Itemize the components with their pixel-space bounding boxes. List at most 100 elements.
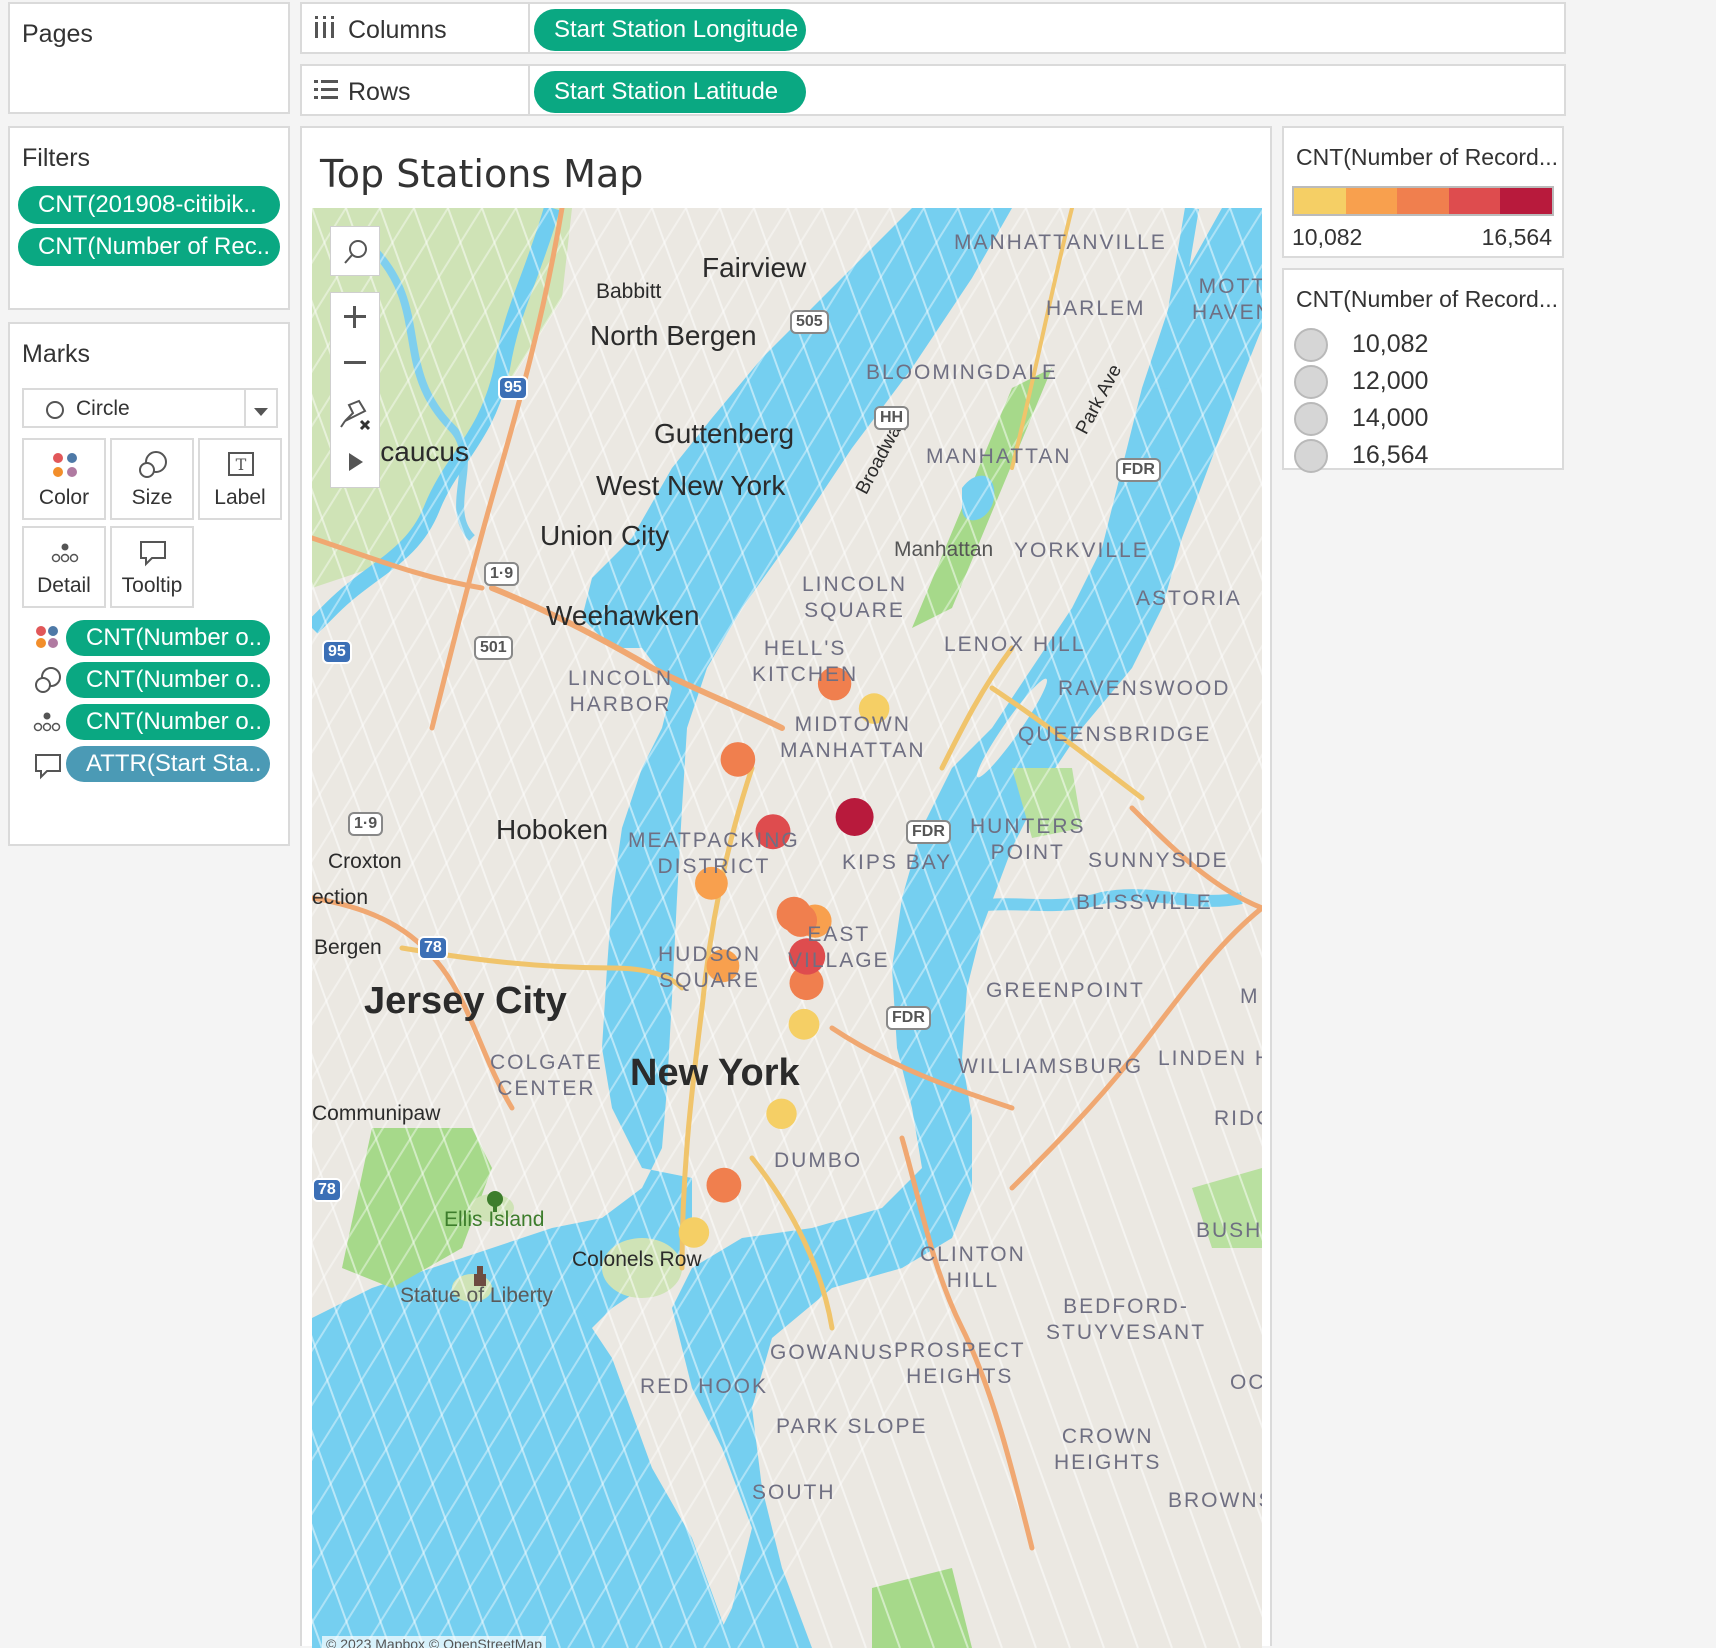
columns-label: Columns <box>348 16 447 44</box>
size-legend-title: CNT(Number of Record... <box>1296 286 1559 312</box>
station-mark[interactable] <box>720 742 756 777</box>
label-button[interactable]: T Label <box>198 438 282 520</box>
district-label: ASTORIA <box>1136 587 1242 610</box>
filter-pill[interactable]: CNT(Number of Rec.. <box>18 228 280 266</box>
district-label: BROWNS <box>1168 1489 1262 1512</box>
color-button[interactable]: Color <box>22 438 106 520</box>
district-label: QUEENSBRIDGE <box>1018 723 1212 746</box>
highway-shield: 505 <box>790 310 829 334</box>
size-label: Size <box>131 486 173 509</box>
highway-shield: 95 <box>498 376 528 400</box>
highway-shield: FDR <box>906 820 951 844</box>
district-label: YORKVILLE <box>1014 539 1149 562</box>
map[interactable]: Fairview Babbitt North Bergen Guttenberg… <box>312 208 1262 1648</box>
zoom-out-button[interactable] <box>331 341 379 387</box>
mark-type-dropdown[interactable]: Circle <box>22 388 278 428</box>
color-legend[interactable]: CNT(Number of Record... 10,082 16,564 <box>1282 126 1564 258</box>
monument-icon <box>472 1266 488 1291</box>
district-label: RED HOOK <box>640 1375 769 1398</box>
station-mark[interactable] <box>678 1217 710 1248</box>
station-mark[interactable] <box>835 798 874 836</box>
highway-shield: 95 <box>322 640 352 664</box>
detail-button[interactable]: Detail <box>22 526 106 608</box>
highway-shield: HH <box>874 406 910 430</box>
rows-shelf[interactable]: Rows Start Station Latitude <box>300 64 1566 116</box>
play-icon <box>349 453 363 471</box>
rows-pill[interactable]: Start Station Latitude <box>534 71 806 113</box>
highway-shield: 1·9 <box>484 562 520 586</box>
district-label: SOUTH <box>752 1481 836 1504</box>
district-label: PARK SLOPE <box>776 1415 928 1438</box>
filter-pill[interactable]: CNT(201908-citibik.. <box>18 186 280 224</box>
size-swatch <box>1294 328 1328 362</box>
map-search-button[interactable] <box>330 226 380 276</box>
map-tools-toggle[interactable] <box>331 439 379 485</box>
label-label: Label <box>214 486 266 509</box>
district-label: HELL'S KITCHEN <box>752 637 859 686</box>
size-legend-value: 12,000 <box>1352 367 1429 395</box>
size-icon <box>34 666 62 699</box>
color-pill[interactable]: CNT(Number o.. <box>66 620 270 656</box>
columns-shelf[interactable]: Columns Start Station Longitude <box>300 2 1566 54</box>
district-label: HARLEM <box>1046 297 1146 320</box>
filters-panel: Filters CNT(201908-citibik.. CNT(Number … <box>8 126 290 310</box>
tooltip-pill[interactable]: ATTR(Start Sta.. <box>66 746 270 782</box>
color-step <box>1500 188 1552 214</box>
station-mark[interactable] <box>788 1008 820 1040</box>
pages-title: Pages <box>22 20 93 48</box>
tooltip-icon <box>34 752 62 785</box>
station-mark[interactable] <box>706 1167 742 1203</box>
district-label: MANHATTAN <box>926 445 1072 468</box>
zoom-in-button[interactable] <box>331 293 379 339</box>
tooltip-label: Tooltip <box>121 574 183 597</box>
district-label: COLGATE CENTER <box>490 1051 603 1100</box>
map-label: West New York <box>596 470 786 501</box>
color-icon <box>34 624 60 655</box>
color-step <box>1294 188 1346 214</box>
district-label: MEATPACKING DISTRICT <box>628 829 800 878</box>
map-label: Babbitt <box>596 280 662 303</box>
map-label: Bergen <box>314 936 382 959</box>
color-step <box>1397 188 1449 214</box>
district-label: HUNTERS POINT <box>970 815 1086 864</box>
minus-icon <box>344 361 366 364</box>
district-label: KIPS BAY <box>842 851 953 874</box>
highway-shield: 1·9 <box>348 812 384 836</box>
size-button[interactable]: Size <box>110 438 194 520</box>
size-swatch <box>1294 439 1328 473</box>
district-label: LINCOLN HARBOR <box>568 667 674 716</box>
search-icon <box>344 240 367 264</box>
map-attribution[interactable]: © 2023 Mapbox © OpenStreetMap <box>322 1636 546 1648</box>
color-label: Color <box>38 486 90 509</box>
map-label: Croxton <box>328 850 402 873</box>
district-label: HUDSON SQUARE <box>658 943 762 992</box>
color-step <box>1448 188 1501 214</box>
district-label: GOWANUS <box>770 1341 895 1364</box>
district-label: LINCOLN SQUARE <box>802 573 908 622</box>
detail-pill[interactable]: CNT(Number o.. <box>66 704 270 740</box>
unpin-map-button[interactable] <box>331 391 379 437</box>
district-label: EAST VILLAGE <box>788 923 890 972</box>
color-legend-title: CNT(Number of Record... <box>1296 144 1559 170</box>
highway-shield: 78 <box>418 936 448 960</box>
mark-type-value: Circle <box>76 397 130 420</box>
size-pill[interactable]: CNT(Number o.. <box>66 662 270 698</box>
map-label: Jersey City <box>364 980 567 1022</box>
highway-shield: FDR <box>1116 458 1161 482</box>
district-label: PROSPECT HEIGHTS <box>894 1339 1026 1388</box>
size-legend-value: 16,564 <box>1352 441 1429 469</box>
size-legend-value: 14,000 <box>1352 404 1429 432</box>
map-label: Communipaw <box>312 1102 441 1125</box>
station-mark[interactable] <box>766 1098 797 1129</box>
svg-text:T: T <box>236 455 247 474</box>
chevron-down-icon <box>254 404 268 422</box>
label-icon: T <box>228 452 254 476</box>
size-legend[interactable]: CNT(Number of Record... 10,082 12,000 14… <box>1282 268 1564 473</box>
tooltip-button[interactable]: Tooltip <box>110 526 194 608</box>
map-label: Hoboken <box>496 814 609 845</box>
columns-icon <box>314 16 336 45</box>
columns-pill[interactable]: Start Station Longitude <box>534 9 806 51</box>
map-label: Fairview <box>702 252 807 283</box>
district-label: OC <box>1230 1371 1262 1394</box>
circle-icon <box>46 401 64 419</box>
